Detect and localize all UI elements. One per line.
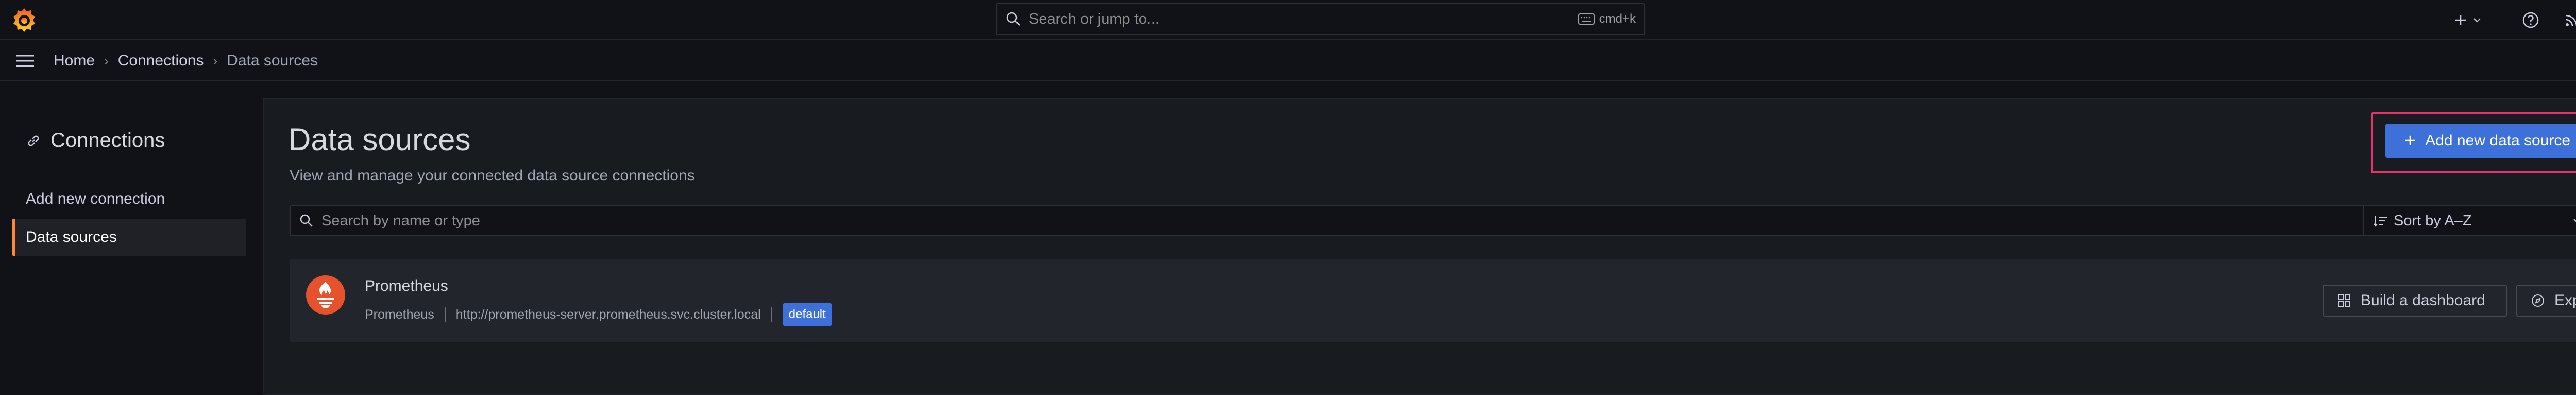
plus-icon <box>2455 15 2466 25</box>
page-description: View and manage your connected data sour… <box>290 167 695 184</box>
section-title-label: Connections <box>50 129 165 152</box>
search-placeholder: Search by name or type <box>321 212 480 229</box>
breadcrumb: Home › Connections › Data sources <box>54 40 318 81</box>
chevron-down-icon <box>2573 219 2576 222</box>
page-title: Data sources <box>289 122 471 157</box>
breadcrumb-bar: Home › Connections › Data sources <box>0 40 2576 81</box>
sort-icon <box>2374 216 2387 227</box>
explore-button[interactable]: Explore <box>2516 285 2576 317</box>
prometheus-icon <box>306 275 345 315</box>
help-icon <box>2522 12 2539 28</box>
default-badge: default <box>782 303 832 326</box>
help-button[interactable] <box>2520 7 2541 33</box>
build-dashboard-button[interactable]: Build a dashboard <box>2323 285 2507 317</box>
chevron-down-icon <box>2473 18 2481 23</box>
shortcut-label: cmd+k <box>1599 12 1636 26</box>
link-icon <box>28 135 39 146</box>
sidebar-item-label: Data sources <box>26 228 117 245</box>
search-placeholder: Search or jump to... <box>1029 10 1160 27</box>
meta-divider <box>444 307 446 322</box>
datasource-name[interactable]: Prometheus <box>365 277 448 295</box>
section-title: Connections <box>26 129 165 152</box>
breadcrumb-data-sources: Data sources <box>227 52 318 69</box>
news-button[interactable] <box>2562 7 2576 33</box>
section-nav: Connections Add new connection Data sour… <box>0 83 263 395</box>
datasource-type: Prometheus <box>365 307 434 322</box>
compass-icon <box>2532 294 2544 307</box>
meta-divider <box>771 307 772 322</box>
new-menu-button[interactable] <box>2453 7 2482 33</box>
menu-icon[interactable] <box>14 51 36 71</box>
dashboard-grid-icon <box>2338 294 2350 307</box>
plus-icon: + <box>2404 130 2416 152</box>
datasource-card[interactable]: Prometheus Prometheus http://prometheus-… <box>290 259 2576 342</box>
grafana-logo-icon[interactable] <box>10 6 38 34</box>
main-content: Data sources View and manage your connec… <box>263 98 2576 395</box>
keyboard-shortcut: cmd+k <box>1578 12 1636 26</box>
sort-select[interactable]: Sort by A–Z <box>2363 205 2576 236</box>
top-navbar: Search or jump to... cmd+k <box>0 0 2576 40</box>
sidebar-item-add-new-connection[interactable]: Add new connection <box>12 180 246 218</box>
search-icon <box>1006 12 1020 26</box>
search-bar[interactable]: Search or jump to... cmd+k <box>996 3 1645 35</box>
keyboard-icon <box>1578 13 1595 25</box>
breadcrumb-home[interactable]: Home <box>54 52 95 70</box>
breadcrumb-separator: › <box>104 53 109 69</box>
datasource-meta: Prometheus http://prometheus-server.prom… <box>365 303 832 326</box>
datasource-search-input[interactable]: Search by name or type <box>290 205 2371 236</box>
datasource-url: http://prometheus-server.prometheus.svc.… <box>455 307 761 322</box>
explore-label: Explore <box>2554 292 2576 309</box>
rss-icon <box>2565 14 2576 27</box>
search-icon <box>300 214 313 227</box>
sidebar-item-label: Add new connection <box>26 190 165 207</box>
breadcrumb-connections[interactable]: Connections <box>118 52 204 70</box>
build-dashboard-label: Build a dashboard <box>2361 292 2485 309</box>
sort-label: Sort by A–Z <box>2394 212 2472 229</box>
breadcrumb-separator: › <box>213 53 218 69</box>
add-new-data-source-button[interactable]: + Add new data source <box>2385 124 2576 158</box>
add-button-label: Add new data source <box>2425 132 2571 149</box>
sidebar-item-data-sources[interactable]: Data sources <box>12 219 246 256</box>
